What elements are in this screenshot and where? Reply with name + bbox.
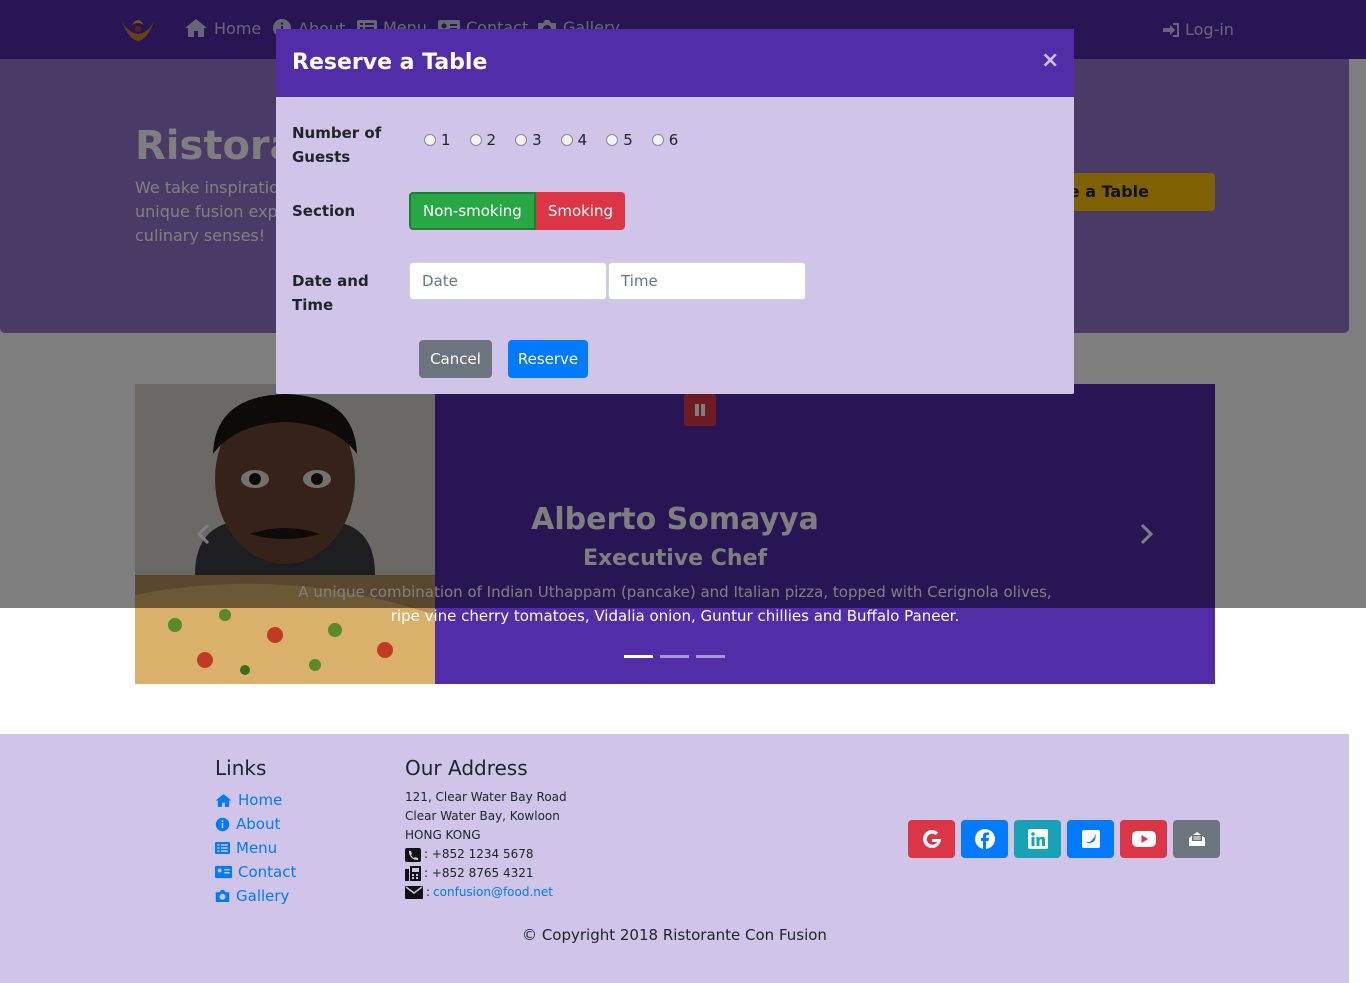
radio-label: 4 (577, 131, 588, 149)
reserve-button[interactable]: Reserve (508, 340, 588, 378)
address-line: HONG KONG (405, 828, 481, 842)
radio-label: 1 (441, 131, 451, 149)
radio-label: 2 (486, 131, 497, 149)
info-icon (215, 817, 230, 831)
twitter-button[interactable] (1067, 820, 1114, 858)
email-row: : confusion@food.net (405, 883, 567, 902)
address-line: Clear Water Bay, Kowloon (405, 809, 560, 823)
radio-button[interactable] (515, 134, 528, 146)
cancel-button[interactable]: Cancel (419, 340, 492, 378)
footer-link-gallery[interactable]: Gallery (215, 884, 296, 908)
modal-header: Reserve a Table × (276, 29, 1074, 97)
links-heading: Links (215, 756, 267, 780)
footer-link-label: Contact (238, 863, 297, 881)
guest-radio-1[interactable]: 1 (424, 131, 451, 149)
radio-button[interactable] (606, 134, 619, 146)
time-input[interactable]: Time (608, 262, 806, 300)
footer-link-home[interactable]: Home (215, 788, 296, 812)
linkedin-button[interactable] (1014, 820, 1061, 858)
guest-radio-4[interactable]: 4 (560, 131, 588, 149)
radio-button[interactable] (469, 134, 482, 146)
google-button[interactable] (908, 820, 955, 858)
footer: Links Home About Menu Contact Gallery Ou… (0, 734, 1349, 983)
radio-label: 6 (668, 131, 679, 149)
address-heading: Our Address (405, 756, 528, 780)
email-link[interactable]: confusion@food.net (433, 883, 553, 902)
envelope-icon (405, 886, 423, 899)
list-icon (215, 842, 230, 854)
mail-button[interactable] (1173, 820, 1220, 858)
reserve-modal: Reserve a Table × Number of Guests 1 2 3… (276, 29, 1074, 394)
phone-row: : +852 1234 5678 (405, 845, 567, 864)
radio-button[interactable] (651, 134, 664, 146)
youtube-button[interactable] (1120, 820, 1167, 858)
guest-radio-5[interactable]: 5 (606, 131, 633, 149)
envelope-icon (1188, 832, 1205, 846)
carousel-indicator[interactable] (624, 655, 653, 658)
linkedin-icon (1027, 829, 1048, 849)
close-icon[interactable]: × (1041, 48, 1059, 73)
footer-links: Links Home About Menu Contact Gallery (215, 756, 296, 908)
fax-row: : +852 8765 4321 (405, 864, 567, 883)
phone-icon (405, 847, 421, 862)
datetime-label: Date and Time (292, 272, 369, 314)
radio-label: 3 (532, 131, 542, 149)
social-links (908, 820, 1220, 858)
fax-number: : +852 8765 4321 (424, 866, 534, 880)
modal-title: Reserve a Table (292, 50, 488, 75)
section-toggle-group: Non-smoking Smoking (409, 192, 626, 230)
footer-address: Our Address 121, Clear Water Bay Road Cl… (405, 756, 567, 902)
facebook-button[interactable] (961, 820, 1008, 858)
footer-link-label: Gallery (236, 887, 290, 905)
footer-link-label: Home (238, 791, 283, 809)
email-prefix: : (426, 885, 431, 899)
address-line: 121, Clear Water Bay Road (405, 790, 567, 804)
section-label: Section (292, 202, 356, 220)
google-icon (922, 830, 941, 848)
footer-link-label: Menu (236, 839, 278, 857)
guests-radio-group: 1 2 3 4 5 6 (424, 131, 678, 149)
twitter-icon (1081, 830, 1100, 848)
copyright: © Copyright 2018 Ristorante Con Fusion (522, 926, 827, 944)
guest-radio-2[interactable]: 2 (469, 131, 497, 149)
facebook-icon (974, 829, 995, 849)
fax-icon (405, 866, 421, 881)
home-icon (215, 793, 232, 807)
date-input[interactable]: Date (409, 262, 607, 300)
camera-icon (215, 890, 230, 902)
non-smoking-button[interactable]: Non-smoking (409, 192, 536, 230)
radio-label: 5 (623, 131, 633, 149)
footer-link-contact[interactable]: Contact (215, 860, 296, 884)
address-card-icon (215, 865, 232, 879)
carousel-indicator[interactable] (660, 655, 689, 658)
carousel-indicators (624, 655, 725, 658)
guests-label: Number of Guests (292, 124, 382, 166)
footer-link-menu[interactable]: Menu (215, 836, 296, 860)
carousel-indicator[interactable] (696, 655, 725, 658)
youtube-icon (1131, 831, 1156, 847)
footer-link-about[interactable]: About (215, 812, 296, 836)
footer-link-label: About (236, 815, 281, 833)
radio-button[interactable] (424, 134, 436, 146)
guest-radio-6[interactable]: 6 (651, 131, 679, 149)
radio-button[interactable] (560, 134, 573, 146)
guest-radio-3[interactable]: 3 (515, 131, 542, 149)
phone-number: : +852 1234 5678 (424, 847, 534, 861)
smoking-button[interactable]: Smoking (535, 192, 626, 230)
